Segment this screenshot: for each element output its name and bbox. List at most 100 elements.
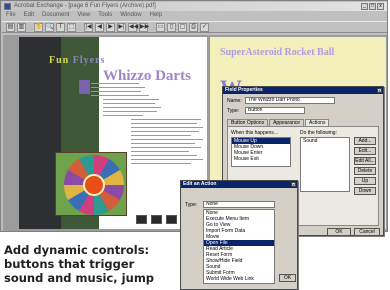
list-item[interactable]: Mouse Exit bbox=[232, 156, 290, 162]
cancel-button[interactable]: Cancel bbox=[354, 228, 380, 236]
menu-edit[interactable]: Edit bbox=[24, 12, 34, 20]
text-line bbox=[91, 95, 149, 96]
menu-bar: File Edit Document View Tools Window Hel… bbox=[2, 12, 387, 20]
app-icon bbox=[4, 3, 11, 10]
close-icon[interactable]: x bbox=[377, 88, 382, 93]
down-button[interactable]: Down bbox=[354, 187, 376, 195]
text-line bbox=[91, 91, 141, 92]
text-line bbox=[131, 147, 201, 148]
text-line bbox=[103, 111, 157, 112]
text-line bbox=[131, 123, 197, 124]
ok-button[interactable]: OK bbox=[327, 228, 351, 236]
menu-view[interactable]: View bbox=[77, 12, 90, 20]
dart-photo-button[interactable] bbox=[55, 152, 127, 216]
form-tool-icon[interactable]: ✓ bbox=[200, 22, 209, 32]
close-button[interactable]: x bbox=[377, 3, 384, 10]
actual-size-icon[interactable]: ▭ bbox=[156, 22, 165, 32]
window-controls: _ □ x bbox=[361, 3, 384, 10]
add-button[interactable]: Add... bbox=[354, 137, 376, 145]
page-nav-icons bbox=[136, 215, 177, 224]
do-label: Do the following: bbox=[300, 130, 337, 136]
action-type-dropdown[interactable]: None Execute Menu Item Go to View Import Fo… bbox=[203, 209, 275, 284]
text-select-icon[interactable]: T bbox=[56, 22, 65, 32]
text-line bbox=[91, 83, 139, 84]
tab-actions[interactable]: Actions bbox=[305, 119, 330, 126]
text-line bbox=[131, 119, 201, 120]
text-line bbox=[131, 151, 189, 152]
caption: Add dynamic controls: buttons that trigg… bbox=[4, 243, 186, 285]
text-line bbox=[131, 135, 191, 136]
property-tabs: Button Options Appearance Actions bbox=[227, 119, 330, 126]
delete-button[interactable]: Delete bbox=[354, 167, 376, 175]
text-line bbox=[103, 107, 161, 108]
menu-window[interactable]: Window bbox=[120, 12, 141, 20]
fit-width-icon[interactable]: ▢ bbox=[178, 22, 187, 32]
close-icon[interactable]: x bbox=[291, 182, 296, 187]
action-type-select[interactable]: None bbox=[203, 201, 275, 208]
right-page-title: SuperAsteroid Rocket Ball bbox=[220, 47, 335, 58]
text-line bbox=[91, 87, 145, 88]
text-line bbox=[131, 143, 195, 144]
caption-line-1: Add dynamic controls: bbox=[4, 243, 150, 257]
go-forward-icon[interactable]: ▶▶ bbox=[139, 22, 149, 32]
bookmarks-icon[interactable]: ▥ bbox=[17, 22, 26, 32]
dartboard-center bbox=[83, 174, 105, 196]
window-title: Acrobat Exchange - [page 6 Fun Flyers (A… bbox=[14, 3, 156, 9]
go-back-icon[interactable]: ◀◀ bbox=[128, 22, 138, 32]
title-bar[interactable]: Acrobat Exchange - [page 6 Fun Flyers (A… bbox=[2, 2, 387, 11]
action-list[interactable]: Sound bbox=[300, 137, 350, 192]
last-page-icon[interactable]: ▶| bbox=[117, 22, 126, 32]
menu-help[interactable]: Help bbox=[150, 12, 162, 20]
list-item[interactable]: Sound bbox=[301, 138, 349, 144]
left-page: Fun Flyers Whizzo Darts bbox=[19, 37, 207, 229]
zoom-tool-icon[interactable]: 🔍 bbox=[45, 22, 54, 32]
minimize-button[interactable]: _ bbox=[361, 3, 368, 10]
type-select[interactable]: Button bbox=[245, 107, 305, 114]
up-button[interactable]: Up bbox=[354, 177, 376, 185]
text-line bbox=[131, 131, 199, 132]
action-type-label: Type: bbox=[185, 202, 198, 208]
name-label: Name: bbox=[227, 98, 242, 104]
dialog-title[interactable]: Field Properties bbox=[223, 87, 383, 94]
kicker-part-1: Fun bbox=[49, 55, 70, 66]
tab-appearance[interactable]: Appearance bbox=[269, 119, 305, 126]
nav-home-icon[interactable] bbox=[151, 215, 162, 224]
caption-line-3: sound and music, jump bbox=[4, 271, 155, 285]
next-page-icon[interactable]: ▶ bbox=[106, 22, 115, 32]
text-line bbox=[131, 159, 203, 160]
text-line bbox=[131, 155, 197, 156]
edit-action-dialog: Edit an Action x Type: None None Execute … bbox=[180, 180, 298, 290]
text-line bbox=[103, 103, 155, 104]
text-line bbox=[103, 99, 159, 100]
toolbar: ▤ ▥ ✋ 🔍 T ⬚ |◀ ◀ ▶ ▶| ◀◀ ▶▶ ▭ ▯ ▢ ⎙ ✓ bbox=[2, 21, 387, 33]
nav-back-icon[interactable] bbox=[136, 215, 147, 224]
nav-forward-icon[interactable] bbox=[166, 215, 177, 224]
graphics-select-icon[interactable]: ⬚ bbox=[67, 22, 76, 32]
dialog-title[interactable]: Edit an Action bbox=[181, 181, 297, 188]
tab-button-options[interactable]: Button Options bbox=[227, 119, 269, 126]
edit-button[interactable]: Edit... bbox=[354, 147, 376, 155]
when-label: When this happens... bbox=[231, 130, 278, 136]
edit-all-button[interactable]: Edit All... bbox=[354, 157, 376, 165]
type-label: Type: bbox=[227, 108, 240, 114]
text-line bbox=[131, 163, 191, 164]
print-icon[interactable]: ⎙ bbox=[189, 22, 198, 32]
name-field[interactable]: The Whizzo Dart Photo bbox=[245, 97, 335, 104]
text-line bbox=[103, 115, 143, 116]
maximize-button[interactable]: □ bbox=[369, 3, 376, 10]
first-page-icon[interactable]: |◀ bbox=[84, 22, 93, 32]
event-list[interactable]: Mouse Up Mouse Down Mouse Enter Mouse Ex… bbox=[231, 137, 291, 167]
kicker-part-2: Flyers bbox=[72, 55, 106, 66]
list-item[interactable]: World Wide Web Link bbox=[204, 276, 274, 282]
menu-tools[interactable]: Tools bbox=[98, 12, 112, 20]
page-only-icon[interactable]: ▤ bbox=[6, 22, 15, 32]
previous-page-icon[interactable]: ◀ bbox=[95, 22, 104, 32]
caption-line-2: buttons that trigger bbox=[4, 257, 135, 271]
menu-document[interactable]: Document bbox=[42, 12, 69, 20]
ok-button[interactable]: OK bbox=[279, 274, 296, 282]
section-kicker: Fun Flyers bbox=[49, 55, 105, 66]
menu-file[interactable]: File bbox=[6, 12, 16, 20]
fit-page-icon[interactable]: ▯ bbox=[167, 22, 176, 32]
text-line bbox=[131, 139, 203, 140]
hand-tool-icon[interactable]: ✋ bbox=[34, 22, 43, 32]
